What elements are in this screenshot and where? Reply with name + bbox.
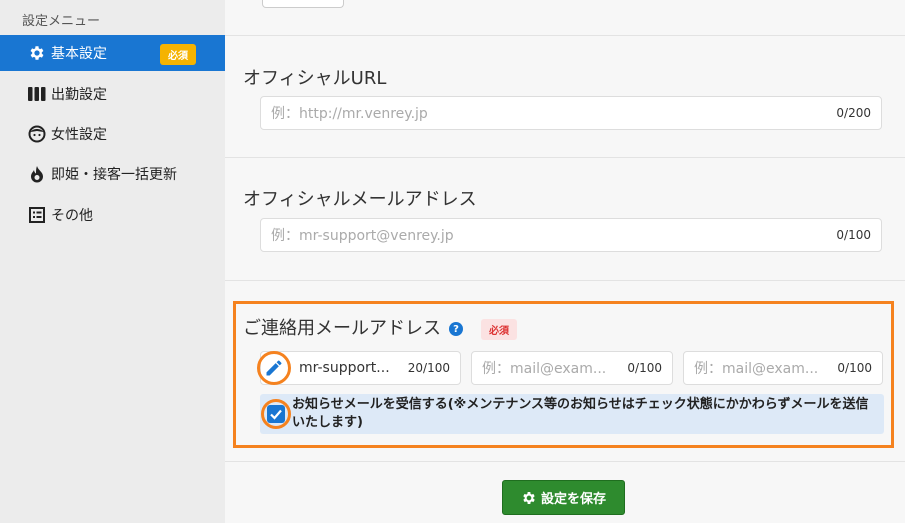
- contact-mail-placeholder-2: 例：mail@exam...: [482, 361, 607, 377]
- official-url-placeholder: 例：http://mr.venrey.jp: [271, 106, 428, 122]
- save-button-label: 設定を保存: [540, 492, 606, 507]
- sidebar-item-label: その他: [51, 208, 93, 224]
- pencil-icon[interactable]: [264, 358, 284, 378]
- sidebar-item-basic-settings[interactable]: 基本設定 必須: [0, 35, 226, 71]
- official-url-counter: 0/200: [836, 106, 871, 120]
- contact-mail-input-3[interactable]: 例：mail@exam... 0/100: [683, 351, 883, 385]
- sidebar-item-label: 女性設定: [51, 127, 107, 143]
- official-url-input[interactable]: 例：http://mr.venrey.jp 0/200: [260, 96, 882, 130]
- calendar-bars-icon: [27, 84, 47, 104]
- notify-label: お知らせメールを受信する(※メンテナンス等のお知らせはチェック状態にかかわらずメ…: [292, 397, 869, 430]
- sidebar-item-other[interactable]: その他: [0, 197, 225, 233]
- notify-mail-row[interactable]: お知らせメールを受信する(※メンテナンス等のお知らせはチェック状態にかかわらずメ…: [260, 394, 884, 434]
- sidebar: 設定メニュー 基本設定 必須 出勤設定 女性設定 即姫・接客一括更新 その他: [0, 0, 226, 523]
- help-icon[interactable]: ?: [449, 322, 463, 336]
- notify-checkbox[interactable]: [267, 405, 285, 423]
- sidebar-item-label: 即姫・接客一括更新: [51, 167, 177, 183]
- sidebar-item-label: 出勤設定: [51, 87, 107, 103]
- sidebar-title: 設定メニュー: [22, 14, 101, 29]
- official-mail-placeholder: 例：mr-support@venrey.jp: [271, 228, 454, 244]
- gear-icon: [523, 491, 535, 504]
- list-icon: [27, 205, 47, 225]
- gear-icon: [27, 43, 47, 63]
- contact-mail-heading: ご連絡用メールアドレス? 必須: [243, 314, 517, 340]
- check-icon: [270, 409, 282, 420]
- contact-mail-placeholder-3: 例：mail@exam...: [694, 361, 819, 377]
- contact-mail-section: ご連絡用メールアドレス? 必須 mr-support... 20/100 例：ma…: [225, 281, 905, 462]
- face-icon: [27, 124, 47, 144]
- save-settings-button[interactable]: 設定を保存: [502, 480, 625, 515]
- official-url-title: オフィシャルURL: [243, 68, 387, 89]
- official-url-section: オフィシャルURL 例：http://mr.venrey.jp 0/200: [225, 36, 905, 158]
- contact-mail-counter-2: 0/100: [627, 361, 662, 375]
- official-mail-title: オフィシャルメールアドレス: [243, 189, 477, 210]
- contact-mail-input-2[interactable]: 例：mail@exam... 0/100: [471, 351, 673, 385]
- official-mail-counter: 0/100: [836, 228, 871, 242]
- previous-section: [225, 0, 905, 36]
- contact-mail-counter-1: 20/100: [407, 361, 450, 375]
- contact-mail-title: ご連絡用メールアドレス: [243, 318, 441, 339]
- sidebar-item-girl-settings[interactable]: 女性設定: [0, 116, 225, 152]
- sidebar-item-attendance-settings[interactable]: 出勤設定: [0, 76, 225, 112]
- contact-mail-input-1[interactable]: mr-support... 20/100: [260, 351, 461, 385]
- contact-mail-counter-3: 0/100: [837, 361, 872, 375]
- contact-mail-value-1: mr-support...: [299, 360, 390, 376]
- sidebar-item-bulk-update[interactable]: 即姫・接客一括更新: [0, 156, 225, 192]
- flame-icon: [27, 164, 47, 184]
- required-badge: 必須: [481, 318, 517, 340]
- main-content: オフィシャルURL 例：http://mr.venrey.jp 0/200 オフ…: [225, 0, 905, 523]
- official-mail-input[interactable]: 例：mr-support@venrey.jp 0/100: [260, 218, 882, 252]
- sidebar-item-label: 基本設定: [51, 46, 107, 62]
- previous-field-stub[interactable]: [262, 0, 344, 8]
- official-mail-section: オフィシャルメールアドレス 例：mr-support@venrey.jp 0/1…: [225, 158, 905, 281]
- required-badge: 必須: [160, 44, 196, 65]
